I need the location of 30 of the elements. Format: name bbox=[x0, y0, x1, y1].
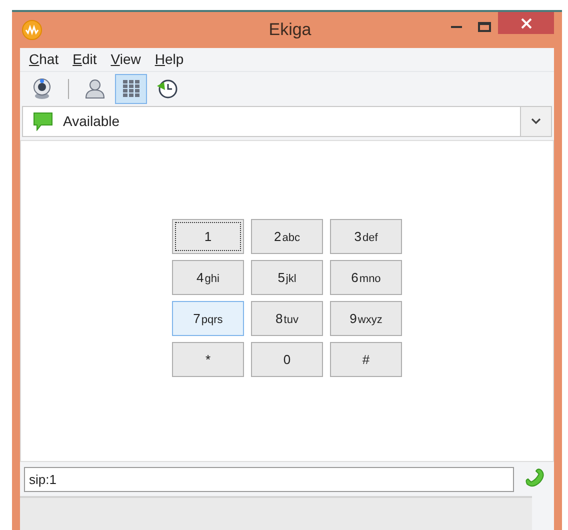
window-title: Ekiga bbox=[268, 19, 312, 42]
presence-dropdown[interactable]: Available bbox=[22, 106, 552, 137]
keypad-button[interactable]: 0 bbox=[251, 342, 323, 377]
keypad-button[interactable]: 1 bbox=[172, 219, 244, 254]
address-field[interactable]: sip:1 bbox=[24, 466, 514, 492]
menu-item[interactable]: Chat bbox=[29, 49, 59, 70]
keypad-button[interactable]: 2abc bbox=[251, 219, 323, 254]
keypad-button[interactable]: 8tuv bbox=[251, 301, 323, 336]
keypad-button[interactable]: 7pqrs bbox=[172, 301, 244, 336]
close-icon bbox=[520, 18, 532, 28]
person-icon bbox=[85, 79, 105, 99]
dropdown-button[interactable] bbox=[520, 107, 551, 136]
menu-item[interactable]: Edit bbox=[72, 49, 97, 70]
keypad-icon bbox=[122, 79, 140, 99]
keypad-button[interactable]: 4ghi bbox=[172, 260, 244, 295]
menu-item[interactable]: View bbox=[110, 49, 141, 70]
speech-bubble-icon bbox=[33, 112, 53, 131]
webcam-icon bbox=[32, 78, 52, 100]
keypad-button[interactable]: 5jkl bbox=[251, 260, 323, 295]
keypad-button[interactable]: 6mno bbox=[330, 260, 402, 295]
clock-icon bbox=[156, 79, 178, 99]
presence-label: Available bbox=[63, 112, 120, 131]
menu-item[interactable]: Help bbox=[154, 49, 184, 70]
keypad-button[interactable]: # bbox=[330, 342, 402, 377]
keypad-button[interactable]: 9wxyz bbox=[330, 301, 402, 336]
chevron-down-icon bbox=[531, 118, 541, 125]
keypad-button[interactable]: * bbox=[172, 342, 244, 377]
keypad-button[interactable]: 3def bbox=[330, 219, 402, 254]
app-logo-icon bbox=[22, 20, 42, 40]
close-button[interactable] bbox=[498, 12, 554, 34]
